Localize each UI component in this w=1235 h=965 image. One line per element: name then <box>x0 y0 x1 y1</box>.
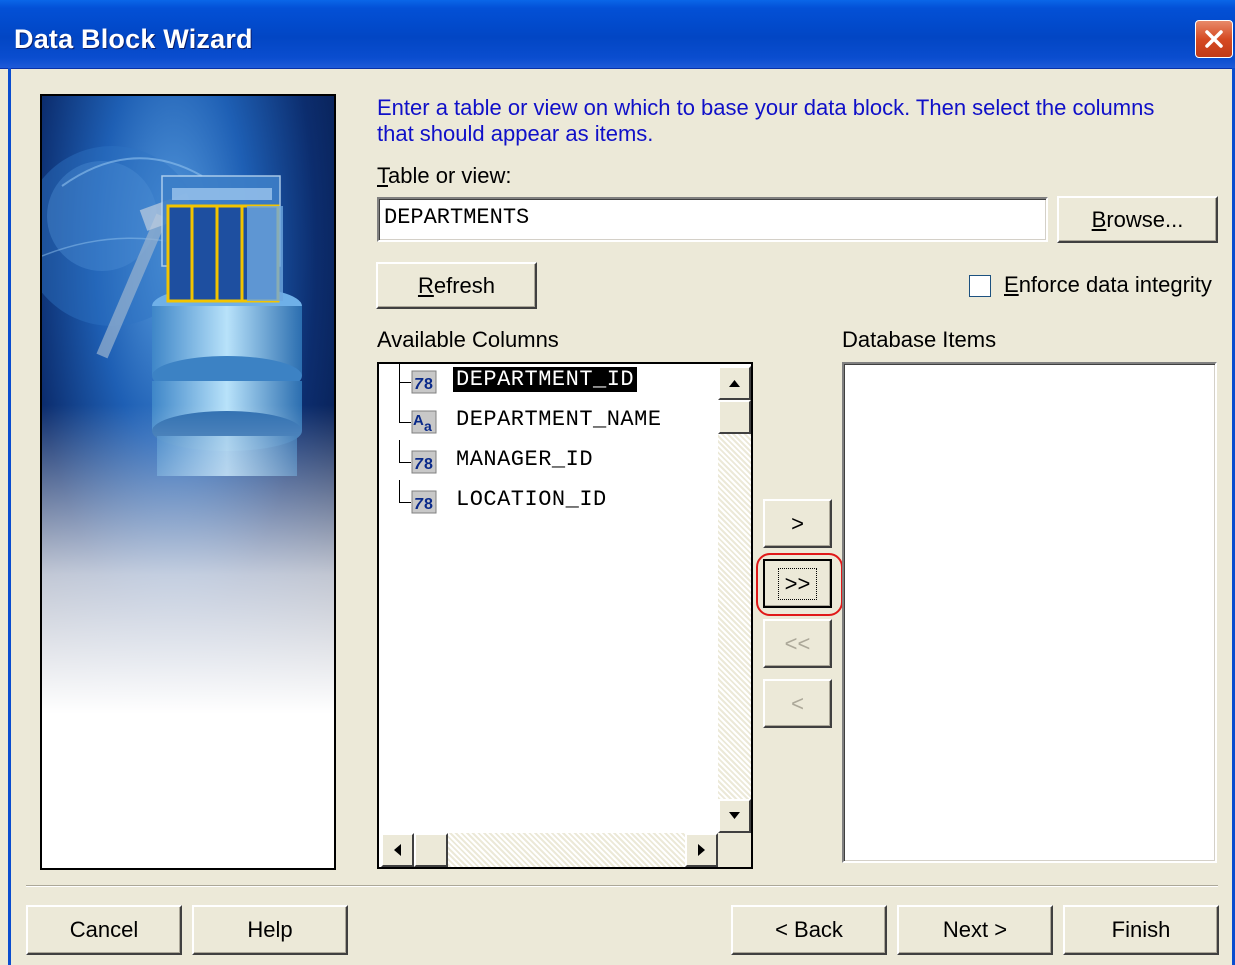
list-item[interactable]: 7 8 DEPARTMENT_ID <box>379 364 718 400</box>
list-item[interactable]: 7 8 MANAGER_ID <box>379 440 718 480</box>
list-item[interactable]: 7 8 LOCATION_ID <box>379 480 718 520</box>
browse-mnemonic: B <box>1091 206 1107 232</box>
window-frame-left <box>8 68 11 965</box>
refresh-button[interactable]: Refresh <box>376 262 537 309</box>
browse-button[interactable]: Browse... <box>1057 196 1218 243</box>
wizard-illustration <box>40 94 336 870</box>
number-type-icon: 7 8 <box>411 370 437 394</box>
next-button[interactable]: Next > <box>897 905 1053 955</box>
scrollbar-corner <box>718 833 751 867</box>
cancel-button[interactable]: Cancel <box>26 905 182 955</box>
refresh-mnemonic: R <box>417 272 434 298</box>
svg-text:a: a <box>424 418 432 434</box>
svg-text:8: 8 <box>424 496 433 513</box>
enforce-mnemonic: E <box>1004 272 1019 297</box>
table-or-view-mnemonic: T <box>377 163 388 188</box>
arrow-down-icon <box>729 812 740 819</box>
available-columns-label: Available Columns <box>377 327 559 352</box>
vertical-scrollbar[interactable] <box>718 366 751 833</box>
tree-line <box>399 400 400 422</box>
enforce-label-text: nforce data integrity <box>1018 272 1212 297</box>
tree-branch <box>399 502 411 503</box>
arrow-up-icon <box>729 380 740 387</box>
svg-text:7: 7 <box>414 456 424 473</box>
database-items-list[interactable] <box>842 362 1217 863</box>
scroll-down-button[interactable] <box>718 799 751 833</box>
browse-label: rowse... <box>1106 206 1184 232</box>
close-icon <box>1205 30 1223 48</box>
tree-branch <box>399 462 411 463</box>
title-bar[interactable]: Data Block Wizard <box>0 0 1235 69</box>
column-name: DEPARTMENT_NAME <box>456 407 662 432</box>
tree-branch <box>399 382 411 383</box>
number-type-icon: 7 8 <box>411 490 437 514</box>
column-name: LOCATION_ID <box>456 487 607 512</box>
tree-line <box>399 440 400 462</box>
window-title: Data Block Wizard <box>14 24 253 54</box>
text-type-icon: A a <box>411 410 437 434</box>
database-illustration-icon <box>42 96 334 868</box>
column-name: DEPARTMENT_ID <box>453 367 638 392</box>
svg-text:8: 8 <box>424 376 433 393</box>
scroll-left-button[interactable] <box>381 833 414 867</box>
table-or-view-input[interactable]: DEPARTMENTS <box>377 197 1048 242</box>
column-name: MANAGER_ID <box>456 447 594 472</box>
remove-selected-button[interactable]: < <box>763 679 832 728</box>
tree-line <box>399 480 400 502</box>
tree-branch <box>399 422 411 423</box>
enforce-data-integrity-label[interactable]: Enforce data integrity <box>1004 272 1212 298</box>
scroll-right-button[interactable] <box>685 833 718 867</box>
back-button[interactable]: < Back <box>731 905 887 955</box>
svg-text:A: A <box>413 412 424 429</box>
number-type-icon: 7 8 <box>411 450 437 474</box>
footer-divider <box>26 885 1218 887</box>
list-item[interactable]: A a DEPARTMENT_NAME <box>379 400 718 440</box>
enforce-data-integrity-checkbox[interactable] <box>969 275 991 297</box>
horizontal-scrollbar[interactable] <box>381 833 718 867</box>
help-button[interactable]: Help <box>192 905 348 955</box>
scroll-thumb-horizontal[interactable] <box>414 833 448 867</box>
svg-text:7: 7 <box>414 376 424 393</box>
arrow-left-icon <box>394 844 401 856</box>
svg-text:8: 8 <box>424 456 433 473</box>
scroll-thumb[interactable] <box>718 400 751 434</box>
instruction-text: Enter a table or view on which to base y… <box>377 95 1155 146</box>
wizard-window: Data Block Wizard Enter a table or view … <box>0 0 1235 965</box>
scroll-up-button[interactable] <box>718 366 751 400</box>
close-button[interactable] <box>1195 20 1233 58</box>
available-columns-list[interactable]: 7 8 DEPARTMENT_ID A a DEPARTMENT_NAME 7 … <box>377 362 753 869</box>
svg-text:7: 7 <box>414 496 424 513</box>
remove-all-button[interactable]: << <box>763 619 832 668</box>
add-selected-button[interactable]: > <box>763 499 832 548</box>
arrow-right-icon <box>698 844 705 856</box>
highlight-ring <box>756 553 843 616</box>
database-items-label: Database Items <box>842 327 997 352</box>
table-or-view-label: Table or view: <box>377 163 512 189</box>
refresh-label: efresh <box>433 272 496 298</box>
finish-button[interactable]: Finish <box>1063 905 1219 955</box>
table-or-view-label-text: able or view: <box>388 163 512 188</box>
